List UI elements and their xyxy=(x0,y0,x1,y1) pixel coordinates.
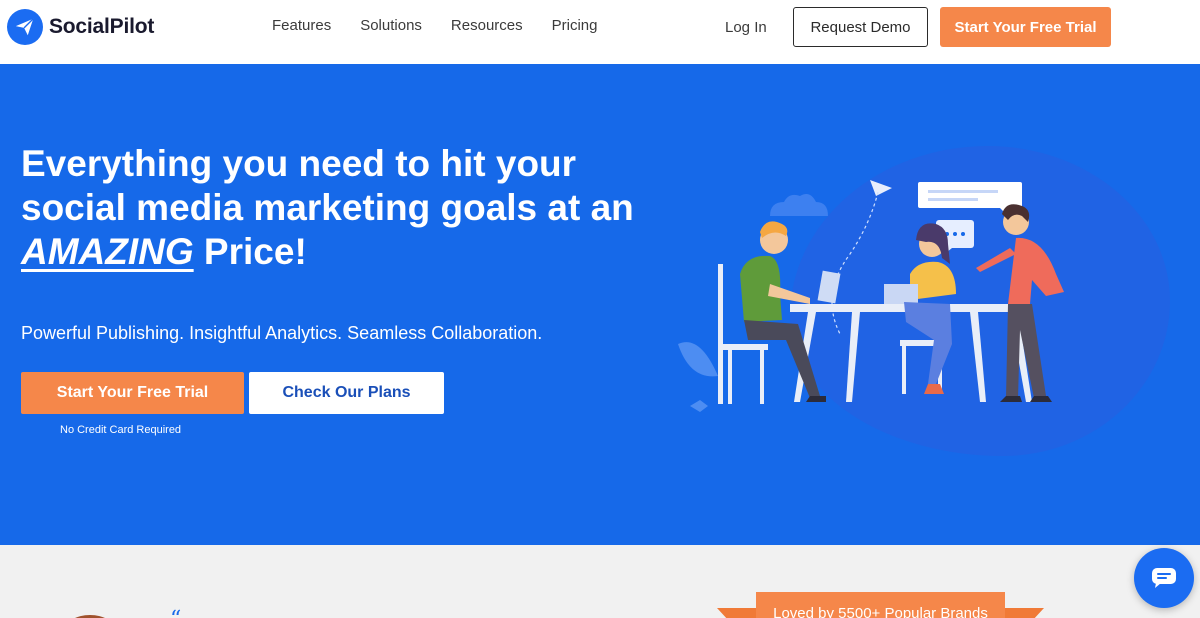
cloud-icon xyxy=(770,194,828,216)
headline-line-2: social media marketing goals at an xyxy=(21,187,634,228)
leaf-decoration xyxy=(678,342,718,412)
brand-name: SocialPilot xyxy=(49,15,155,38)
header-free-trial-button[interactable]: Start Your Free Trial xyxy=(940,7,1111,47)
headline-emphasis: AMAZING xyxy=(21,231,194,272)
team-collaboration-illustration xyxy=(678,180,1064,412)
paper-plane-icon xyxy=(7,9,43,45)
quote-icon: “ xyxy=(170,607,181,618)
nav-item-features[interactable]: Features xyxy=(272,17,331,34)
headline-line-1: Everything you need to hit your xyxy=(21,143,577,184)
check-plans-button[interactable]: Check Our Plans xyxy=(249,372,444,414)
no-credit-card-note: No Credit Card Required xyxy=(60,424,182,436)
headline-tail: Price! xyxy=(193,231,307,272)
ribbon-label: Loved by 5500+ Popular Brands xyxy=(756,592,1005,618)
site-header: SocialPilot Features Solutions Resources… xyxy=(0,0,1200,64)
hero-section: Everything you need to hit your social m… xyxy=(0,64,1200,545)
person-red-shirt xyxy=(976,204,1064,402)
ribbon-right-tail xyxy=(1004,608,1044,618)
chat-icon xyxy=(1152,568,1176,588)
brand-logo[interactable]: SocialPilot xyxy=(7,9,154,45)
hero-free-trial-button[interactable]: Start Your Free Trial xyxy=(21,372,244,414)
nav-item-pricing[interactable]: Pricing xyxy=(552,17,598,34)
social-proof-section: “ Loved by 5500+ Popular Brands xyxy=(0,545,1200,618)
brands-ribbon: Loved by 5500+ Popular Brands xyxy=(717,592,1044,618)
ribbon-left-tail xyxy=(717,608,757,618)
request-demo-button[interactable]: Request Demo xyxy=(793,7,928,47)
chat-launcher-button[interactable] xyxy=(1134,548,1194,608)
hero-headline: Everything you need to hit your social m… xyxy=(21,142,661,274)
nav-item-solutions[interactable]: Solutions xyxy=(360,17,422,34)
hero-subheadline: Powerful Publishing. Insightful Analytic… xyxy=(21,323,543,343)
nav-item-resources[interactable]: Resources xyxy=(451,17,523,34)
main-nav: Features Solutions Resources Pricing xyxy=(272,17,597,34)
login-link[interactable]: Log In xyxy=(725,19,767,36)
